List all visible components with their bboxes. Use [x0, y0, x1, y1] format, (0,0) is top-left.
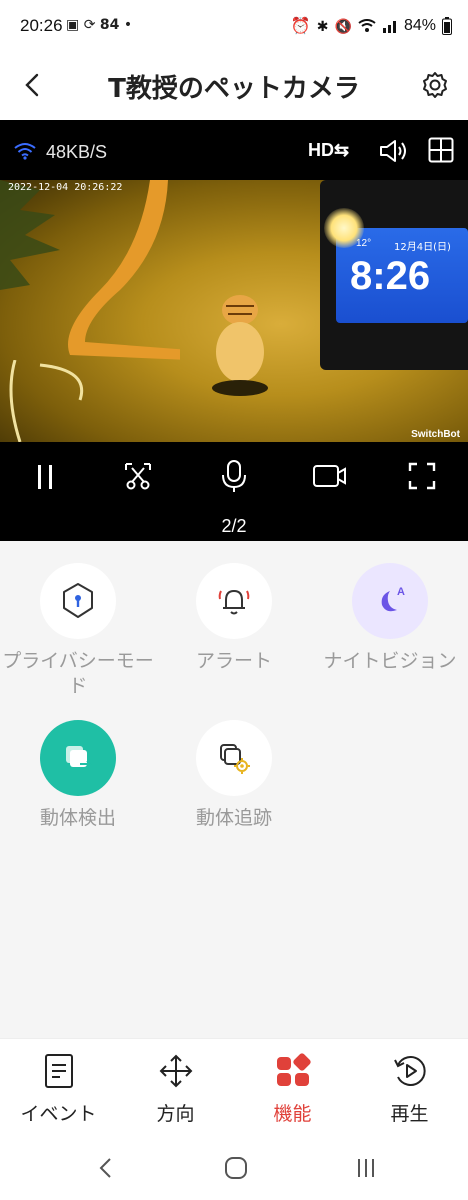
bottom-navigation: イベント 方向 機能 再生 [0, 1038, 468, 1139]
bluetooth-icon: ✱ [316, 17, 329, 34]
image-icon: ▣ [66, 17, 80, 33]
feature-button-night-vision[interactable]: A [352, 563, 428, 639]
app-header: T教授のペットカメラ [0, 56, 468, 120]
battery-icon [442, 17, 452, 35]
bell-icon [218, 590, 250, 615]
feature-privacy-mode[interactable]: プライバシーモード [0, 541, 156, 699]
live-video-feed[interactable]: 12° 12月4日(日) 8:26 2022-12-04 20:26:22 Sw… [0, 180, 468, 442]
features-icon [276, 1053, 311, 1086]
display-date: 12月4日(日) [394, 242, 451, 253]
playback-icon [393, 1056, 426, 1086]
wifi-signal-icon [14, 143, 36, 160]
signal-icon [382, 21, 396, 33]
feature-button-privacy[interactable] [40, 563, 116, 639]
dot-icon: • [123, 17, 133, 33]
motion-track-icon [220, 744, 250, 774]
cable-shape [9, 360, 83, 442]
feature-label: 動体検出 [39, 807, 116, 829]
split-view-icon[interactable] [428, 137, 454, 163]
moon-auto-icon: A [381, 586, 405, 612]
gear-icon [423, 72, 447, 98]
nav-label: 再生 [390, 1103, 429, 1125]
light-glare [324, 208, 364, 248]
feature-label: プライバシーモード [2, 650, 154, 697]
feature-motion-tracking[interactable]: 動体追跡 [156, 698, 312, 831]
system-navigation [0, 1138, 468, 1200]
sync-icon: ⟳ [83, 17, 96, 33]
status-notification-icons: ▣ ⟳ 84 • [66, 17, 132, 33]
motion-detect-icon [66, 746, 93, 772]
alarm-icon: ⏰ [290, 18, 311, 35]
feature-button-motion-detection[interactable] [40, 720, 116, 796]
nav-item-events[interactable]: イベント [0, 1053, 117, 1126]
camera-panel: 48KB/S HD⇆ 12° 12月4日(日) 8:26 2022-12-04 … [0, 120, 468, 541]
display-clock: 8:26 [350, 254, 431, 298]
record-video-icon[interactable] [312, 462, 348, 490]
video-timestamp: 2022-12-04 20:26:22 [8, 182, 123, 193]
camera-pager: 2/2 [221, 516, 247, 536]
system-home-icon[interactable] [224, 1156, 248, 1180]
tiger-figurine [212, 295, 268, 396]
feature-label: ナイトビジョン [323, 650, 457, 672]
battery-percent: 84% [403, 17, 436, 34]
notification-count: 84 [99, 17, 120, 33]
status-bar: 20:26 ▣ ⟳ 84 • ⏰ ✱ 🔇 84% [0, 0, 468, 56]
system-recents-icon[interactable] [354, 1156, 378, 1180]
mute-icon: 🔇 [334, 17, 352, 34]
feature-grid: プライバシーモード アラート A ナイトビジョン 動体検出 動体追跡 [0, 541, 468, 1038]
quality-toggle[interactable]: HD⇆ [308, 140, 349, 161]
page-title: T教授のペットカメラ [108, 74, 360, 104]
screenshot-scissors-icon[interactable] [122, 460, 154, 492]
wifi-status-icon [358, 19, 376, 32]
nav-item-playback[interactable]: 再生 [351, 1053, 468, 1126]
event-list-icon [44, 1054, 73, 1088]
feature-button-alert[interactable] [196, 563, 272, 639]
bitrate-label: 48KB/S [46, 142, 108, 162]
pause-icon[interactable] [32, 462, 58, 492]
system-back-icon[interactable] [96, 1156, 116, 1180]
status-time: 20:26 [20, 16, 63, 35]
nav-item-features[interactable]: 機能 [234, 1053, 351, 1126]
direction-icon [159, 1054, 192, 1088]
status-system-icons: ⏰ ✱ 🔇 84% [291, 16, 452, 36]
feature-button-motion-tracking[interactable] [196, 720, 272, 796]
microphone-icon[interactable] [218, 458, 250, 494]
lamp-shape [68, 180, 180, 360]
nav-label: 機能 [273, 1103, 312, 1125]
svg-text:A: A [397, 586, 405, 598]
nav-item-direction[interactable]: 方向 [117, 1053, 234, 1126]
video-toolbar: 48KB/S HD⇆ [0, 120, 468, 180]
nav-label: 方向 [156, 1103, 195, 1125]
feature-motion-detection[interactable]: 動体検出 [0, 698, 156, 831]
feature-alert[interactable]: アラート [156, 541, 312, 674]
feature-label: アラート [195, 650, 272, 672]
shield-icon [63, 583, 93, 618]
fullscreen-icon[interactable] [408, 462, 436, 490]
speaker-icon[interactable] [378, 137, 410, 165]
watermark: SwitchBot [411, 429, 460, 440]
settings-button[interactable] [420, 70, 450, 100]
feature-night-vision[interactable]: A ナイトビジョン [312, 541, 468, 674]
playback-controls [0, 442, 468, 506]
nav-label: イベント [20, 1103, 97, 1125]
feature-label: 動体追跡 [195, 807, 272, 829]
